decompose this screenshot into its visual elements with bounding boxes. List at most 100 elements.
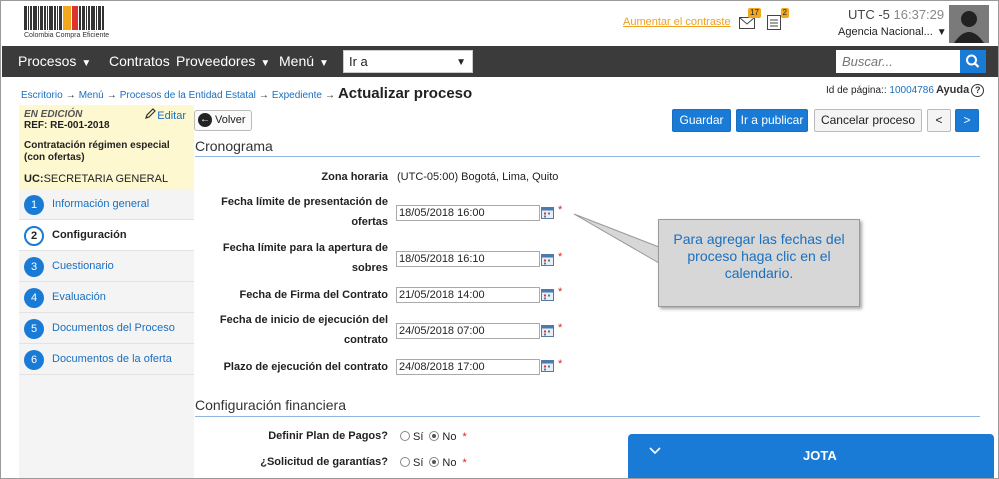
annotation-callout: Para agregar las fechas del proceso haga…	[658, 219, 860, 307]
jota-chat-widget[interactable]: JOTA	[628, 434, 994, 478]
step-label: Configuración	[52, 229, 127, 241]
breadcrumb-menu[interactable]: Menú	[79, 90, 104, 101]
left-panel: EN EDICIÓN REF: RE-001-2018 Editar Contr…	[19, 105, 194, 478]
arrow-left-icon: ←	[198, 113, 212, 127]
user-avatar[interactable]	[949, 5, 989, 43]
search-input[interactable]	[836, 50, 960, 73]
help-link[interactable]: Ayuda?	[936, 84, 985, 97]
clock: UTC -5 16:37:29	[848, 7, 944, 22]
nav-menu-label: Menú	[279, 53, 315, 69]
required-marker: *	[462, 457, 467, 469]
step-label: Evaluación	[52, 291, 106, 303]
chevron-down-icon[interactable]	[648, 446, 662, 456]
nav-proveedores-label: Proveedores	[176, 53, 256, 69]
field-label: Fecha de Firma del Contrato	[239, 289, 388, 301]
edit-button[interactable]: Editar	[145, 108, 186, 122]
edit-label: Editar	[157, 110, 186, 122]
nav-procesos-label: Procesos	[18, 53, 77, 69]
page-id: Id de página:: 10004786	[826, 85, 934, 96]
field-label: Fecha límite para la apertura de sobres	[222, 242, 388, 274]
step-evaluacion[interactable]: 4 Evaluación	[19, 282, 194, 313]
chevron-down-icon: ▼	[936, 27, 947, 38]
chevron-down-icon: ▼	[81, 58, 92, 69]
step-configuracion[interactable]: 2 Configuración	[19, 220, 194, 251]
fecha-ofertas-input[interactable]	[396, 205, 540, 221]
steps-list: 1 Información general 2 Configuración 3 Cue…	[19, 189, 194, 375]
step-label: Información general	[52, 198, 150, 210]
search-button[interactable]	[960, 50, 986, 73]
agency-selector[interactable]: Agencia Nacional... ▼	[838, 26, 947, 38]
radio-label: Sí	[413, 431, 424, 443]
garantias-no[interactable]: No	[429, 457, 456, 469]
uc-label: UC:	[24, 173, 44, 185]
section-divider	[195, 156, 980, 157]
back-label: Volver	[215, 114, 246, 126]
goto-select[interactable]: Ir a ▼	[343, 50, 473, 73]
calendar-icon[interactable]	[541, 288, 554, 301]
uc-line: UC:SECRETARIA GENERAL	[24, 173, 168, 185]
nav-proveedores[interactable]: Proveedores ▼	[176, 53, 270, 69]
process-type: Contratación régimen especial (con ofert…	[24, 140, 170, 163]
agency-name: Agencia Nacional...	[838, 26, 933, 38]
calendar-icon[interactable]	[541, 253, 554, 266]
required-marker: *	[558, 251, 563, 263]
calendar-icon[interactable]	[541, 324, 554, 337]
step-cuestionario[interactable]: 3 Cuestionario	[19, 251, 194, 282]
search-icon	[966, 54, 980, 68]
calendar-icon[interactable]	[541, 206, 554, 219]
radio-label: Sí	[413, 457, 424, 469]
next-button[interactable]: >	[955, 109, 979, 132]
field-label: ¿Solicitud de garantías?	[260, 456, 388, 468]
breadcrumb-expediente[interactable]: Expediente	[272, 90, 322, 101]
radio-icon	[400, 431, 410, 441]
calendar-icon[interactable]	[541, 359, 554, 372]
mail-badge: 17	[748, 8, 761, 18]
site-logo[interactable]: Colombia Compra Eficiente	[24, 6, 132, 42]
plan-pagos-no[interactable]: No	[429, 431, 456, 443]
back-button[interactable]: ← Volver	[194, 110, 252, 131]
fecha-inicio-input[interactable]	[396, 323, 540, 339]
timezone-value: (UTC-05:00) Bogotá, Lima, Quito	[397, 171, 559, 183]
logo-barcode-icon	[24, 6, 132, 30]
nav-menu[interactable]: Menú ▼	[279, 53, 329, 69]
help-icon: ?	[971, 84, 985, 97]
contrast-link[interactable]: Aumentar el contraste	[623, 16, 731, 28]
radio-label: No	[442, 457, 457, 469]
arrow-right-icon: →	[65, 90, 76, 101]
step-number: 4	[24, 288, 44, 308]
nav-contratos[interactable]: Contratos	[109, 53, 170, 69]
main-navbar: Procesos ▼ Contratos Proveedores ▼ Menú ▼ I…	[2, 46, 998, 77]
mail-icon[interactable]: 17	[739, 8, 761, 30]
radio-checked-icon	[429, 431, 440, 441]
required-marker: *	[558, 358, 563, 370]
tasks-icon[interactable]: 2	[767, 8, 789, 30]
field-label: Plazo de ejecución del contrato	[223, 361, 388, 373]
cancel-process-button[interactable]: Cancelar proceso	[814, 109, 922, 132]
garantias-radio-group: Sí No *	[400, 457, 467, 469]
goto-select-value: Ir a	[349, 54, 368, 69]
breadcrumb-escritorio[interactable]: Escritorio	[21, 90, 63, 101]
publish-button[interactable]: Ir a publicar	[736, 109, 808, 132]
app-frame: Colombia Compra Eficiente Aumentar el co…	[0, 0, 999, 479]
fecha-apertura-input[interactable]	[396, 251, 540, 267]
arrow-right-icon: →	[324, 90, 335, 101]
garantias-si[interactable]: Sí	[400, 457, 423, 469]
chevron-down-icon: ▼	[456, 57, 466, 68]
step-documentos-proceso[interactable]: 5 Documentos del Proceso	[19, 313, 194, 344]
clock-time: 16:37:29	[893, 7, 945, 22]
jota-title: JOTA	[803, 448, 837, 463]
nav-procesos[interactable]: Procesos ▼	[18, 53, 91, 69]
radio-label: No	[442, 431, 457, 443]
cronograma-title: Cronograma	[195, 138, 273, 154]
plan-pagos-si[interactable]: Sí	[400, 431, 423, 443]
plazo-ejecucion-input[interactable]	[396, 359, 540, 375]
breadcrumb-procesos[interactable]: Procesos de la Entidad Estatal	[120, 90, 256, 101]
prev-button[interactable]: <	[927, 109, 951, 132]
step-number: 6	[24, 350, 44, 370]
timezone-label: Zona horaria	[321, 171, 388, 183]
save-button[interactable]: Guardar	[672, 109, 731, 132]
fecha-firma-input[interactable]	[396, 287, 540, 303]
step-label: Cuestionario	[52, 260, 114, 272]
step-informacion-general[interactable]: 1 Información general	[19, 189, 194, 220]
step-documentos-oferta[interactable]: 6 Documentos de la oferta	[19, 344, 194, 375]
